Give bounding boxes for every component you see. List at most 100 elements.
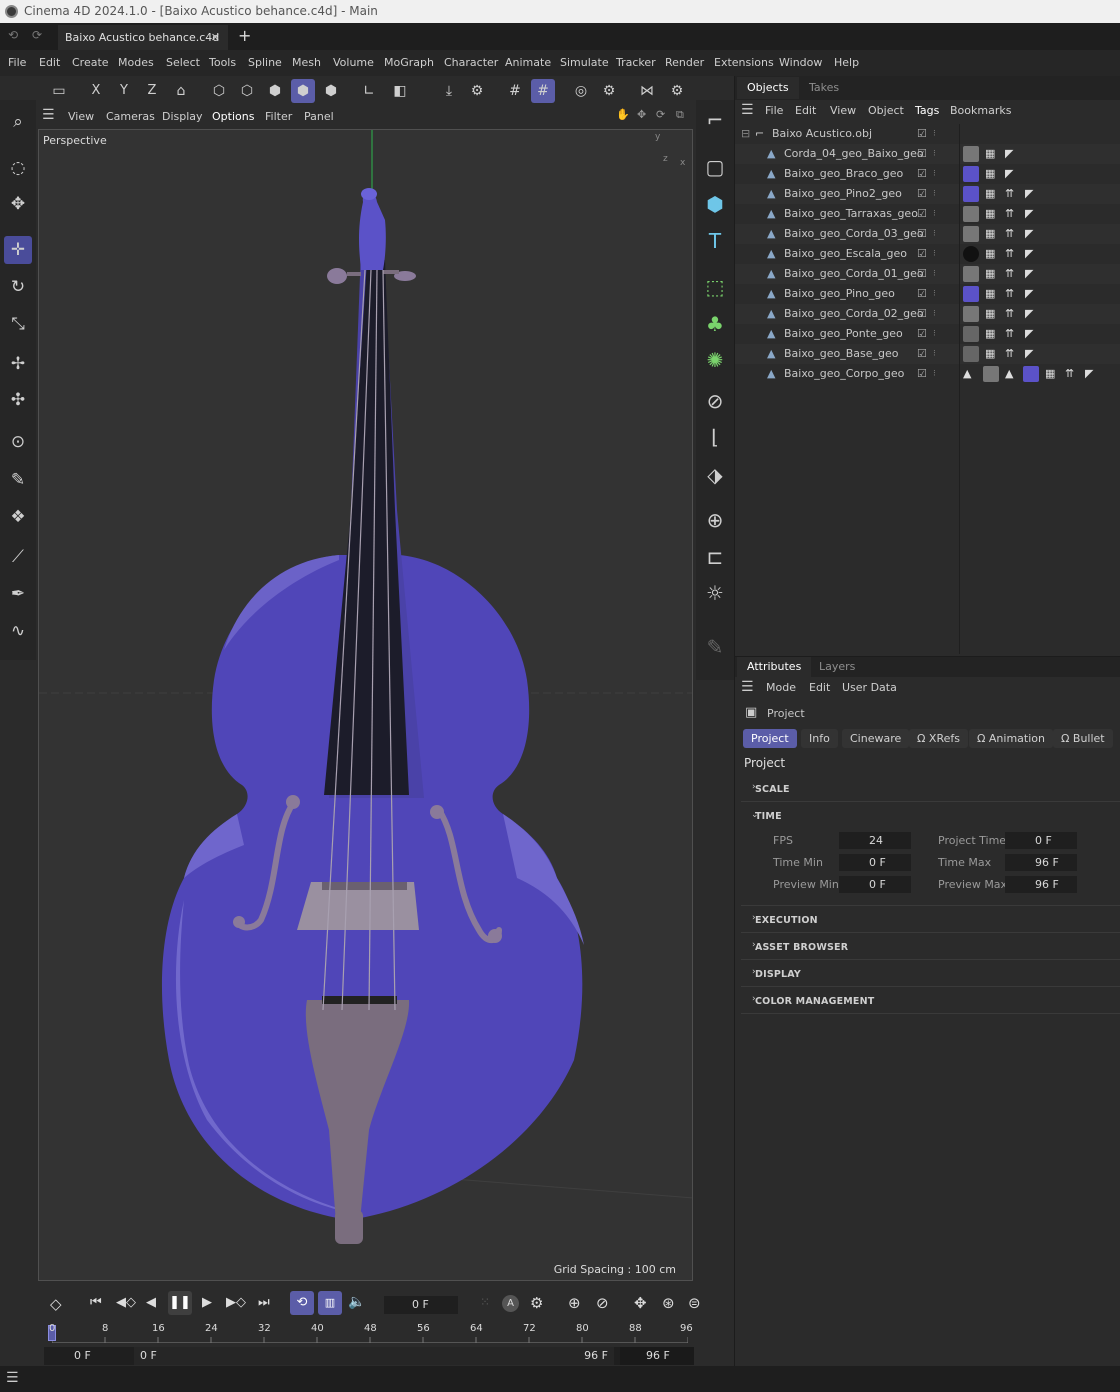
uvw-tag-icon[interactable]: ▦	[985, 244, 995, 264]
section-color-management[interactable]: COLOR MANAGEMENT	[755, 996, 874, 1007]
selection-tag-icon[interactable]: ▲	[1005, 364, 1013, 384]
visibility-check-icon[interactable]: ☑	[917, 324, 927, 344]
viewport-menu-options[interactable]: Options	[212, 106, 254, 128]
menu-animate[interactable]: Animate	[505, 50, 551, 76]
viewport-solo-icon[interactable]: ◧	[388, 79, 412, 103]
expand-icon[interactable]: ⊟	[741, 124, 750, 144]
visibility-check-icon[interactable]: ☑	[917, 124, 927, 144]
symmetry-icon[interactable]: ⋈	[635, 79, 659, 103]
menu-create[interactable]: Create	[72, 50, 109, 76]
deformer-icon[interactable]: ⊘	[701, 386, 729, 416]
enable-axis-icon[interactable]: ∟	[357, 79, 381, 103]
viewport-menu-display[interactable]: Display	[162, 106, 203, 128]
commander-icon[interactable]: ▭	[47, 79, 71, 103]
visibility-check-icon[interactable]: ☑	[917, 184, 927, 204]
uvw-tag-icon[interactable]: ▦	[985, 164, 995, 184]
object-menu-bookmarks[interactable]: Bookmarks	[950, 100, 1011, 122]
cube-object-icon[interactable]: ⬢	[701, 189, 729, 219]
normal-tag-icon[interactable]: ⇈	[1005, 224, 1014, 244]
menu-volume[interactable]: Volume	[333, 50, 374, 76]
menu-render[interactable]: Render	[665, 50, 704, 76]
dolly-view-icon[interactable]: ✥	[637, 108, 646, 121]
menu-spline[interactable]: Spline	[248, 50, 282, 76]
model-mode-icon[interactable]: ⬢	[291, 79, 315, 103]
material-tag-icon[interactable]	[963, 326, 979, 342]
phong-tag-icon[interactable]: ◤	[1025, 184, 1033, 204]
normal-tag-icon[interactable]: ⇈	[1005, 184, 1014, 204]
material-tag-icon[interactable]	[963, 266, 979, 282]
material-tag-icon[interactable]	[963, 246, 979, 262]
visibility-check-icon[interactable]: ☑	[917, 264, 927, 284]
edges-mode-icon[interactable]: ⬡	[235, 79, 259, 103]
fps-mode-icon[interactable]: ▥	[318, 1291, 342, 1315]
key-pla-icon[interactable]: ⊜	[688, 1294, 701, 1312]
orbit-view-icon[interactable]: ⟳	[656, 108, 665, 121]
subtab-project[interactable]: Project	[743, 729, 797, 748]
normal-tag-icon[interactable]: ⇈	[1005, 304, 1014, 324]
preview-end-field[interactable]: 96 F	[620, 1347, 694, 1365]
object-row[interactable]: ▲ Baixo_geo_Braco_geo ☑ ⁝ ▦ ◤	[735, 164, 1120, 184]
normal-tag-icon[interactable]: ⇈	[1005, 324, 1014, 344]
workplane-icon[interactable]: #	[503, 79, 527, 103]
viewport-menu-view[interactable]: View	[68, 106, 94, 128]
points-mode-icon[interactable]: ⬡	[207, 79, 231, 103]
subtab-cineware[interactable]: Cineware	[842, 729, 910, 748]
section-display[interactable]: DISPLAY	[755, 969, 801, 980]
current-frame-field[interactable]: 0 F	[384, 1296, 458, 1314]
visibility-check-icon[interactable]: ☑	[917, 164, 927, 184]
go-to-end-icon[interactable]: ⏭	[258, 1295, 270, 1310]
environment-icon[interactable]: ⊕	[701, 505, 729, 535]
previous-frame-icon[interactable]: ◀	[146, 1295, 156, 1310]
attribute-menu-edit[interactable]: Edit	[809, 677, 830, 699]
coordinate-system-icon[interactable]: ⌂	[169, 79, 193, 103]
phong-tag-icon[interactable]: ◤	[1025, 304, 1033, 324]
phong-tag-icon[interactable]: ◤	[1005, 164, 1013, 184]
material-tag-icon[interactable]	[983, 366, 999, 382]
maximize-view-icon[interactable]: ⧉	[676, 108, 684, 122]
new-tab-icon[interactable]: +	[238, 26, 251, 45]
uvw-tag-icon[interactable]: ▦	[985, 324, 995, 344]
pan-view-icon[interactable]: ✋	[616, 108, 630, 121]
visibility-check-icon[interactable]: ☑	[917, 204, 927, 224]
object-menu-object[interactable]: Object	[868, 100, 904, 122]
visibility-dots-icon[interactable]: ⁝	[933, 364, 936, 384]
visibility-dots-icon[interactable]: ⁝	[933, 324, 936, 344]
object-row[interactable]: ▲ Baixo_geo_Tarraxas_geo ☑ ⁝ ▦ ⇈ ◤	[735, 204, 1120, 224]
viewport-hamburger-icon[interactable]: ☰	[42, 107, 55, 123]
section-time[interactable]: TIME	[755, 811, 782, 822]
uvw-tag-icon[interactable]: ▦	[985, 184, 995, 204]
menu-edit[interactable]: Edit	[39, 50, 60, 76]
object-row[interactable]: ▲ Baixo_geo_Corda_01_geo ☑ ⁝ ▦ ⇈ ◤	[735, 264, 1120, 284]
object-row[interactable]: ▲ Baixo_geo_Ponte_geo ☑ ⁝ ▦ ⇈ ◤	[735, 324, 1120, 344]
uvw-tag-icon[interactable]: ▦	[985, 264, 995, 284]
viewport-menu-filter[interactable]: Filter	[265, 106, 292, 128]
menu-extensions[interactable]: Extensions	[714, 50, 774, 76]
uvw-tag-icon[interactable]: ▦	[1045, 364, 1055, 384]
live-selection-icon[interactable]: ⊙	[4, 428, 32, 456]
menu-window[interactable]: Window	[779, 50, 822, 76]
lock-x-axis-button[interactable]: X	[84, 79, 108, 103]
transfer-tool-icon[interactable]: ✢	[4, 350, 32, 378]
brush-tool-icon[interactable]: ⟋	[4, 543, 32, 571]
time-min-field[interactable]: 0 F	[839, 854, 911, 871]
section-execution[interactable]: EXECUTION	[755, 915, 818, 926]
tab-attributes[interactable]: Attributes	[737, 657, 812, 677]
visibility-dots-icon[interactable]: ⁝	[933, 184, 936, 204]
select-tool-icon[interactable]: ◌	[4, 154, 32, 182]
attribute-menu-mode[interactable]: Mode	[766, 677, 796, 699]
field-icon[interactable]: ⬗	[701, 460, 729, 490]
attribute-hamburger-icon[interactable]: ☰	[741, 679, 754, 695]
uvw-tag-icon[interactable]: ▦	[985, 224, 995, 244]
mograph-cubes-icon[interactable]: ♣	[701, 309, 729, 339]
phong-tag-icon[interactable]: ◤	[1025, 204, 1033, 224]
visibility-check-icon[interactable]: ☑	[917, 344, 927, 364]
fps-field[interactable]: 24	[839, 832, 911, 849]
go-to-start-icon[interactable]: ⏮	[90, 1295, 102, 1310]
phong-tag-icon[interactable]: ◤	[1005, 144, 1013, 164]
timeline-ruler[interactable]: 0 8 16 24 32 40 48 56 64 72 80 88 96	[48, 1321, 693, 1343]
visibility-check-icon[interactable]: ☑	[917, 364, 927, 384]
redo-icon[interactable]: ⟳	[32, 28, 42, 42]
material-tag-icon[interactable]	[963, 286, 979, 302]
preview-min-field[interactable]: 0 F	[839, 876, 911, 893]
lock-y-axis-button[interactable]: Y	[112, 79, 136, 103]
